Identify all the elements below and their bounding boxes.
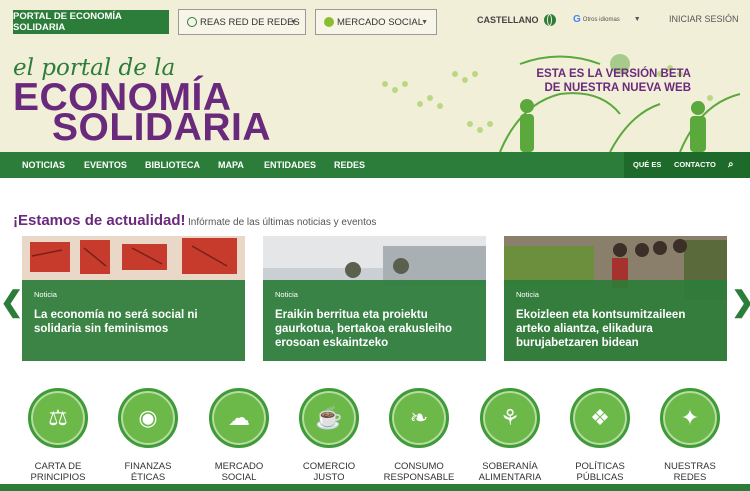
category-label-line: FINANZAS <box>124 461 172 472</box>
category-politicas-publicas[interactable]: ❖ POLÍTICAS PÚBLICAS <box>562 388 638 483</box>
reas-dropdown-label: REAS RED DE REDES <box>200 16 300 28</box>
news-card-title[interactable]: Eraikin berritua eta proiektu gaurkotua,… <box>275 308 474 350</box>
category-label-line: PÚBLICAS <box>576 472 624 483</box>
mercado-dropdown[interactable]: MERCADO SOCIAL ▼ <box>315 9 437 35</box>
news-card[interactable]: Noticia La economía no será social ni so… <box>22 236 245 361</box>
nav-item-biblioteca[interactable]: BIBLIOTECA <box>145 152 200 178</box>
news-card-tag: Noticia <box>275 290 298 299</box>
category-label: CARTA DE PRINCIPIOS <box>20 461 96 483</box>
news-card-title[interactable]: Ekoizleen eta kontsumitzaileen arteko al… <box>516 308 715 350</box>
nav-item-redes[interactable]: REDES <box>334 152 365 178</box>
category-label: FINANZAS ÉTICAS <box>110 461 186 483</box>
network-globe-icon <box>187 17 197 27</box>
category-carta-de-principios[interactable]: ⚖ CARTA DE PRINCIPIOS <box>20 388 96 483</box>
category-label-line: NUESTRAS <box>664 461 716 472</box>
category-label: NUESTRAS REDES <box>652 461 728 483</box>
login-link[interactable]: INICIAR SESIÓN <box>669 14 739 24</box>
category-label-line: ÉTICAS <box>130 472 166 483</box>
chevron-down-icon: ▼ <box>633 16 641 23</box>
category-label-line: JUSTO <box>313 472 345 483</box>
garden-tools-icon: ⚘ <box>480 388 540 448</box>
news-card-title[interactable]: La economía no será social ni solidaria … <box>34 308 233 336</box>
reas-dropdown[interactable]: REAS RED DE REDES ▼ <box>178 9 306 35</box>
category-label-line: SOCIAL <box>221 472 257 483</box>
category-label: COMERCIO JUSTO <box>291 461 367 483</box>
nav-item-eventos[interactable]: EVENTOS <box>84 152 127 178</box>
category-label-line: RESPONSABLE <box>383 472 455 483</box>
category-label-line: SOBERANÍA <box>482 461 538 472</box>
beta-line-1: ESTA ES LA VERSIÓN BETA <box>536 68 691 80</box>
portal-button[interactable]: PORTAL DE ECONOMÍA SOLIDARIA <box>13 10 169 34</box>
category-label: CONSUMO RESPONSABLE <box>381 461 457 483</box>
category-label: POLÍTICAS PÚBLICAS <box>562 461 638 483</box>
top-bar: PORTAL DE ECONOMÍA SOLIDARIA REAS RED DE… <box>0 0 750 44</box>
news-section-subtitle: Infórmate de las últimas noticias y even… <box>188 217 377 228</box>
chevron-down-icon: ▼ <box>290 19 297 26</box>
category-label: MERCADO SOCIAL <box>201 461 277 483</box>
mercado-dropdown-label: MERCADO SOCIAL <box>337 16 424 28</box>
logo-solidaria: SOLIDARIA <box>52 106 271 149</box>
news-card[interactable]: Noticia Ekoizleen eta kontsumitzaileen a… <box>504 236 727 361</box>
news-card-overlay: Noticia Eraikin berritua eta proiektu ga… <box>263 280 486 361</box>
search-icon[interactable]: ⌕ <box>728 152 734 178</box>
nav-item-mapa[interactable]: MAPA <box>218 152 244 178</box>
puzzle-icon: ❖ <box>570 388 630 448</box>
google-translate-selector[interactable]: G Otros idiomas ▼ <box>573 14 641 25</box>
category-label-line: ALIMENTARIA <box>478 472 542 483</box>
category-consumo-responsable[interactable]: ❧ CONSUMO RESPONSABLE <box>381 388 457 483</box>
category-mercado-social[interactable]: ☁ MERCADO SOCIAL <box>201 388 277 483</box>
category-nuestras-redes[interactable]: ✦ NUESTRAS REDES <box>652 388 728 483</box>
carousel-prev-icon[interactable]: ❮ <box>0 288 23 316</box>
category-label: SOBERANÍA ALIMENTARIA <box>472 461 548 483</box>
news-card-overlay: Noticia Ekoizleen eta kontsumitzaileen a… <box>504 280 727 361</box>
nav-item-entidades[interactable]: ENTIDADES <box>264 152 316 178</box>
globe-icon <box>543 14 556 26</box>
network-icon: ✦ <box>660 388 720 448</box>
nav-item-que-es[interactable]: QUÉ ES <box>633 152 661 178</box>
mercado-logo-icon <box>324 17 334 27</box>
category-soberania-alimentaria[interactable]: ⚘ SOBERANÍA ALIMENTARIA <box>472 388 548 483</box>
coffee-cup-icon: ☕ <box>299 388 359 448</box>
language-selector[interactable]: CASTELLANO <box>477 14 556 26</box>
news-card[interactable]: Noticia Eraikin berritua eta proiektu ga… <box>263 236 486 361</box>
scale-icon: ⚖ <box>28 388 88 448</box>
piggy-bank-icon: ◉ <box>118 388 178 448</box>
category-label-line: REDES <box>673 472 707 483</box>
news-card-tag: Noticia <box>34 290 57 299</box>
news-card-overlay: Noticia La economía no será social ni so… <box>22 280 245 361</box>
nav-secondary: QUÉ ES CONTACTO ⌕ <box>624 152 750 178</box>
carousel-next-icon[interactable]: ❯ <box>731 288 750 316</box>
bird-icon: ❧ <box>389 388 449 448</box>
beta-notice: ESTA ES LA VERSIÓN BETA DE NUESTRA NUEVA… <box>531 67 691 95</box>
category-label-line: CARTA DE <box>34 461 82 472</box>
category-label-line: COMERCIO <box>302 461 356 472</box>
category-label-line: CONSUMO <box>394 461 444 472</box>
speech-bubble-icon: ☁ <box>209 388 269 448</box>
chevron-down-icon: ▼ <box>421 19 428 26</box>
category-label-line: PRINCIPIOS <box>30 472 86 483</box>
hero-banner: el portal de la ECONOMÍA SOLIDARIA ESTA … <box>0 44 750 152</box>
google-icon: G <box>573 14 581 25</box>
news-card-tag: Noticia <box>516 290 539 299</box>
category-label-line: MERCADO <box>214 461 264 472</box>
category-label-line: POLÍTICAS <box>575 461 625 472</box>
language-label: CASTELLANO <box>477 15 539 25</box>
news-section-title: ¡Estamos de actualidad! <box>13 212 186 229</box>
beta-line-2: DE NUESTRA NUEVA WEB <box>544 82 691 94</box>
nav-item-contacto[interactable]: CONTACTO <box>674 152 716 178</box>
category-finanzas-eticas[interactable]: ◉ FINANZAS ÉTICAS <box>110 388 186 483</box>
category-comercio-justo[interactable]: ☕ COMERCIO JUSTO <box>291 388 367 483</box>
translate-label: Otros idiomas <box>582 16 620 23</box>
footer-bar <box>0 484 750 491</box>
main-navigation: NOTICIAS EVENTOS BIBLIOTECA MAPA ENTIDAD… <box>0 152 750 178</box>
nav-item-noticias[interactable]: NOTICIAS <box>22 152 65 178</box>
